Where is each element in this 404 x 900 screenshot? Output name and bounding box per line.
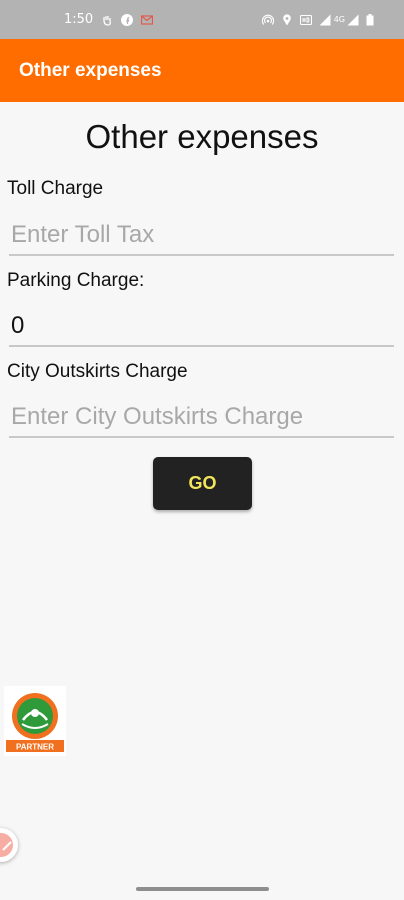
app-bar: Other expenses bbox=[0, 39, 404, 102]
location-icon bbox=[282, 13, 291, 25]
go-button[interactable]: GO bbox=[153, 457, 252, 510]
floating-edge-button[interactable] bbox=[0, 828, 18, 862]
partner-logo: PARTNER bbox=[4, 686, 66, 756]
page-title: Other expenses bbox=[85, 118, 319, 155]
facebook-icon bbox=[121, 13, 134, 26]
battery-icon bbox=[366, 13, 374, 25]
gesture-nav-handle[interactable] bbox=[136, 887, 269, 891]
gmail-icon bbox=[141, 14, 154, 25]
city-outskirts-charge-input[interactable] bbox=[9, 398, 394, 438]
status-time: 1:50 bbox=[64, 12, 94, 27]
hotspot-icon bbox=[261, 14, 274, 25]
signal-icon bbox=[319, 14, 331, 25]
status-bar: 1:50 4G bbox=[0, 0, 404, 39]
toll-charge-input[interactable] bbox=[9, 216, 394, 256]
city-outskirts-charge-label: City Outskirts Charge bbox=[7, 361, 188, 382]
edit-icon bbox=[0, 833, 13, 857]
hand-icon bbox=[103, 15, 112, 26]
parking-charge-input[interactable] bbox=[9, 307, 394, 347]
parking-charge-label: Parking Charge: bbox=[7, 270, 145, 291]
signal-2-icon bbox=[347, 14, 359, 25]
hd-voice-icon bbox=[299, 14, 312, 25]
toll-charge-label: Toll Charge bbox=[7, 178, 104, 199]
partner-badge-text: PARTNER bbox=[16, 743, 54, 752]
network-type-label: 4G bbox=[333, 15, 345, 24]
app-bar-title: Other expenses bbox=[19, 59, 162, 81]
